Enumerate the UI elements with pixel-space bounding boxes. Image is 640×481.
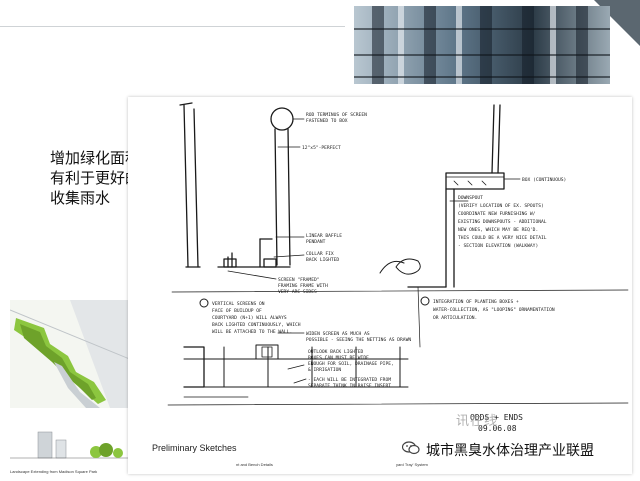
note-screen-framed: SCREEN "FRAMED" <box>278 277 320 283</box>
note-downspout: DOWNSPOUT <box>458 195 483 201</box>
note-existing: EXISTING DOWNSPOUTS - ADDITIONAL <box>458 219 547 225</box>
bench-details-caption: nt and Bench Details <box>236 462 273 467</box>
note-pendant: PENDANT <box>306 239 326 245</box>
header-divider <box>0 26 345 27</box>
note-section-elevation: - SECTION ELEVATION (WALKWAY) <box>458 243 538 249</box>
note-widen-screen: WIDEN SCREEN AS MUCH AS <box>306 331 370 337</box>
note-courtyard: COURTYARD (N+1) WILL ALWAYS <box>212 315 287 321</box>
note-nice-detail: THIS COULD BE A VERY NICE DETAIL <box>458 235 547 241</box>
note-face-buildup: FACE OF BUILDUP OF <box>212 308 262 314</box>
note-box: BOX (CONTINUOUS) <box>522 177 566 183</box>
note-continuously: BACK LIGHTED CONTINUOUSLY, WHICH <box>212 322 301 328</box>
note-soil: ENOUGH FOR SOIL, DRAINAGE PIPE, <box>308 361 394 367</box>
note-irrigation: & IRRIGATION <box>308 367 341 373</box>
note-new-ones: NEW ONES, WHICH MAY BE REQ'D. <box>458 227 538 233</box>
note-each-integrated: - EACH WILL BE INTEGRATED FROM <box>308 377 391 383</box>
tray-system-caption: yard Tray' System <box>396 462 428 467</box>
note-attached: WILL BE ATTACHED TO THE WALL. <box>212 329 292 335</box>
note-linear-baffle: LINEAR BAFFLE <box>306 233 342 239</box>
watermark-stamp: 讯在线 <box>456 413 499 428</box>
note-rod-terminus: ROD TERMINUS OF SCREEN <box>306 112 367 118</box>
wechat-account-watermark: 城市黑臭水体治理产业联盟 <box>401 440 594 460</box>
note-netting: POSSIBLE - SEEING THE NETTING AS DRAWN <box>306 337 411 343</box>
wechat-icon <box>401 440 420 460</box>
note-coordinate: COORDINATE NEW FURNISHING W/ <box>458 211 536 217</box>
wechat-account-name: 城市黑臭水体治理产业联盟 <box>426 443 594 459</box>
note-water-collection: WATER-COLLECTION, AS "LOOPING" ORNAMENTA… <box>433 307 555 313</box>
note-articulation: OR ARTICULATION. <box>433 315 477 321</box>
preliminary-sketch-image: ROD TERMINUS OF SCREEN FASTENED TO BOX 1… <box>128 97 632 474</box>
note-separate: SEPARATE THINK IN RAISE INSERT <box>308 383 391 389</box>
preliminary-sketches-caption: Preliminary Sketches <box>152 443 237 453</box>
note-boxes-wide: BOXES CAN MUST BE WIDE <box>308 355 369 361</box>
note-outlook: OUTLOOK BACK LIGHTED <box>308 349 364 355</box>
note-perfect: 12"x5"-PERFECT <box>302 145 341 151</box>
landscape-thumbnail-image <box>10 300 132 408</box>
note-back-lighted: BACK LIGHTED <box>306 257 339 263</box>
landscape-caption: Landscape Extending from Madison Square … <box>10 469 98 474</box>
landscape-elevation-thumbnail: Landscape Extending from Madison Square … <box>10 428 135 474</box>
building-facade-photo <box>354 6 610 84</box>
note-fastened: FASTENED TO BOX <box>306 118 348 124</box>
note-framing: FRAMING FRAME WITH <box>278 283 328 289</box>
note-collar: COLLAR FIX <box>306 251 334 257</box>
note-vertical-screens: VERTICAL SCREENS ON <box>212 301 265 307</box>
note-arc-sides: VERY ARC SIDES <box>278 289 317 295</box>
note-integration: INTEGRATION OF PLANTING BOXES + <box>433 299 519 305</box>
note-verify: (VERIFY LOCATION OF EX. SPOUTS) <box>458 203 544 209</box>
